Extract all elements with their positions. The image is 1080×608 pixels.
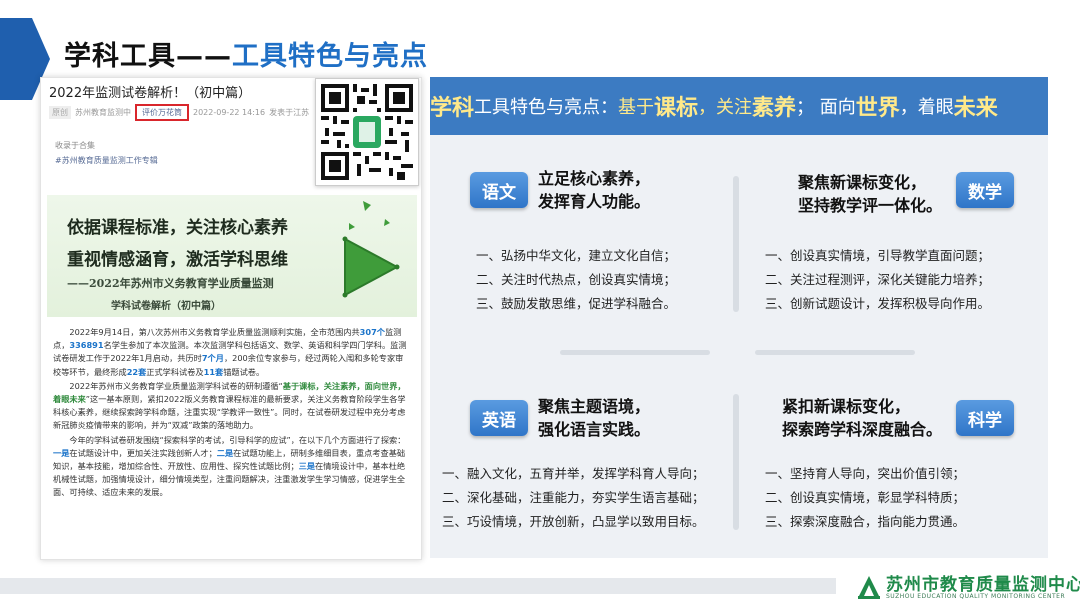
- page-title-part2: 工具特色与亮点: [232, 41, 428, 72]
- original-tag: 原创: [49, 106, 71, 119]
- collection-hashtag-link[interactable]: #苏州教育质量监测工作专辑: [55, 155, 158, 166]
- english-headline-1: 聚焦主题语境，: [538, 397, 651, 416]
- science-item-1: 一、坚持育人导向，突出价值引领；: [765, 466, 966, 481]
- article-paragraph-3: 今年的学科试卷研发围绕“探索科学的考试，引导科学的应试”，在以下几个方面进行了探…: [53, 434, 406, 498]
- qr-code-icon: [321, 84, 413, 180]
- subject-badge-science: 科学: [956, 400, 1014, 436]
- panel-header: 学科 工具特色与亮点： 基于 课标 ，关注 素养； 面向 世界 ，着眼 未来: [430, 77, 1048, 135]
- org-name-english: SUZHOU EDUCATION QUALITY MONITORING CENT…: [886, 593, 1066, 600]
- chinese-item-3: 三、鼓励发散思维，促进学科融合。: [476, 296, 677, 311]
- org-name: 苏州市教育质量监测中心: [886, 575, 1080, 595]
- horizontal-divider-left: [560, 350, 710, 355]
- math-item-2: 二、关注过程测评，深化关键能力培养；: [765, 272, 991, 287]
- banner-line3: ——2022年苏州市义务教育学业质量监测: [67, 277, 274, 290]
- article-screenshot: 2022年监测试卷解析！（初中篇） 原创 苏州教育监测中 评价万花筒 2022-…: [40, 77, 422, 560]
- math-item-1: 一、创设真实情境，引导教学直面问题；: [765, 248, 991, 263]
- chinese-item-1: 一、弘扬中华文化，建立文化自信；: [476, 248, 677, 263]
- qr-code: [315, 78, 419, 186]
- collection-label: 收录于合集: [55, 141, 95, 150]
- triangle-decoration-icon: [342, 201, 400, 298]
- english-item-3: 三、巧设情境，开放创新，凸显学以致用目标。: [442, 514, 705, 529]
- account-name-link[interactable]: 评价万花筒: [135, 104, 189, 121]
- org-logo: 苏州市教育质量监测中心 SUZHOU EDUCATION QUALITY MON…: [856, 570, 1080, 604]
- article-banner: 依据课程标准，关注核心素养 重视情感涵育，激活学科思维 ——2022年苏州市义务…: [47, 195, 417, 317]
- vertical-divider-top: [733, 176, 739, 312]
- features-panel: 学科 工具特色与亮点： 基于 课标 ，关注 素养； 面向 世界 ，着眼 未来: [430, 77, 1048, 558]
- chinese-item-2: 二、关注时代热点，创设真实情境；: [476, 272, 677, 287]
- math-item-3: 三、创新试题设计，发挥积极导向作用。: [765, 296, 991, 311]
- article-title: 2022年监测试卷解析！（初中篇）: [49, 86, 252, 101]
- banner-line4: 学科试卷解析（初中篇）: [111, 301, 221, 312]
- article-location: 发表于江苏: [269, 108, 310, 117]
- math-headline-2: 坚持教学评一体化。: [798, 196, 943, 215]
- article-paragraph-2: 2022年苏州市义务教育学业质量监测学科试卷的研制遵循“基于课标，关注素养，面向…: [53, 380, 406, 431]
- english-headline-2: 强化语言实践。: [538, 420, 651, 439]
- math-headline-1: 聚焦新课标变化，: [798, 173, 927, 192]
- article-paragraph-1: 2022年9月14日，第八次苏州市义务教育学业质量监测顺利实施，全市范围内共30…: [53, 327, 407, 377]
- english-item-2: 二、深化基础，注重能力，夯实学生语言基础；: [442, 490, 705, 505]
- article-meta: 原创 苏州教育监测中 评价万花筒 2022-09-22 14:16 发表于江苏: [49, 104, 309, 121]
- science-headline-1: 紧扣新课标变化，: [782, 397, 911, 416]
- footer-bar: [0, 578, 836, 594]
- subject-badge-english: 英语: [470, 400, 528, 436]
- banner-line1: 依据课程标准，关注核心素养: [67, 218, 288, 238]
- science-item-3: 三、探索深度融合，指向能力贯通。: [765, 514, 966, 529]
- article-source[interactable]: 苏州教育监测中: [75, 107, 131, 118]
- science-headline-2: 探索跨学科深度融合。: [782, 420, 943, 439]
- chinese-headline-1: 立足核心素养，: [538, 169, 651, 188]
- science-item-2: 二、创设真实情境，彰显学科特质；: [765, 490, 966, 505]
- english-item-1: 一、融入文化，五育并举，发挥学科育人导向；: [442, 466, 705, 481]
- page-title: 学科工具——工具特色与亮点: [64, 34, 428, 73]
- article-date: 2022-09-22 14:16: [193, 108, 266, 117]
- article-body: 2022年9月14日，第八次苏州市义务教育学业质量监测顺利实施，全市范围内共30…: [53, 326, 411, 501]
- vertical-divider-bottom: [733, 394, 739, 530]
- page-title-part1: 学科工具——: [64, 41, 232, 72]
- banner-line2: 重视情感涵育，激活学科思维: [67, 250, 288, 270]
- org-logo-icon: [858, 576, 880, 599]
- subject-badge-math: 数学: [956, 172, 1014, 208]
- subject-badge-chinese: 语文: [470, 172, 528, 208]
- horizontal-divider-right: [755, 350, 915, 355]
- chinese-headline-2: 发挥育人功能。: [538, 192, 651, 211]
